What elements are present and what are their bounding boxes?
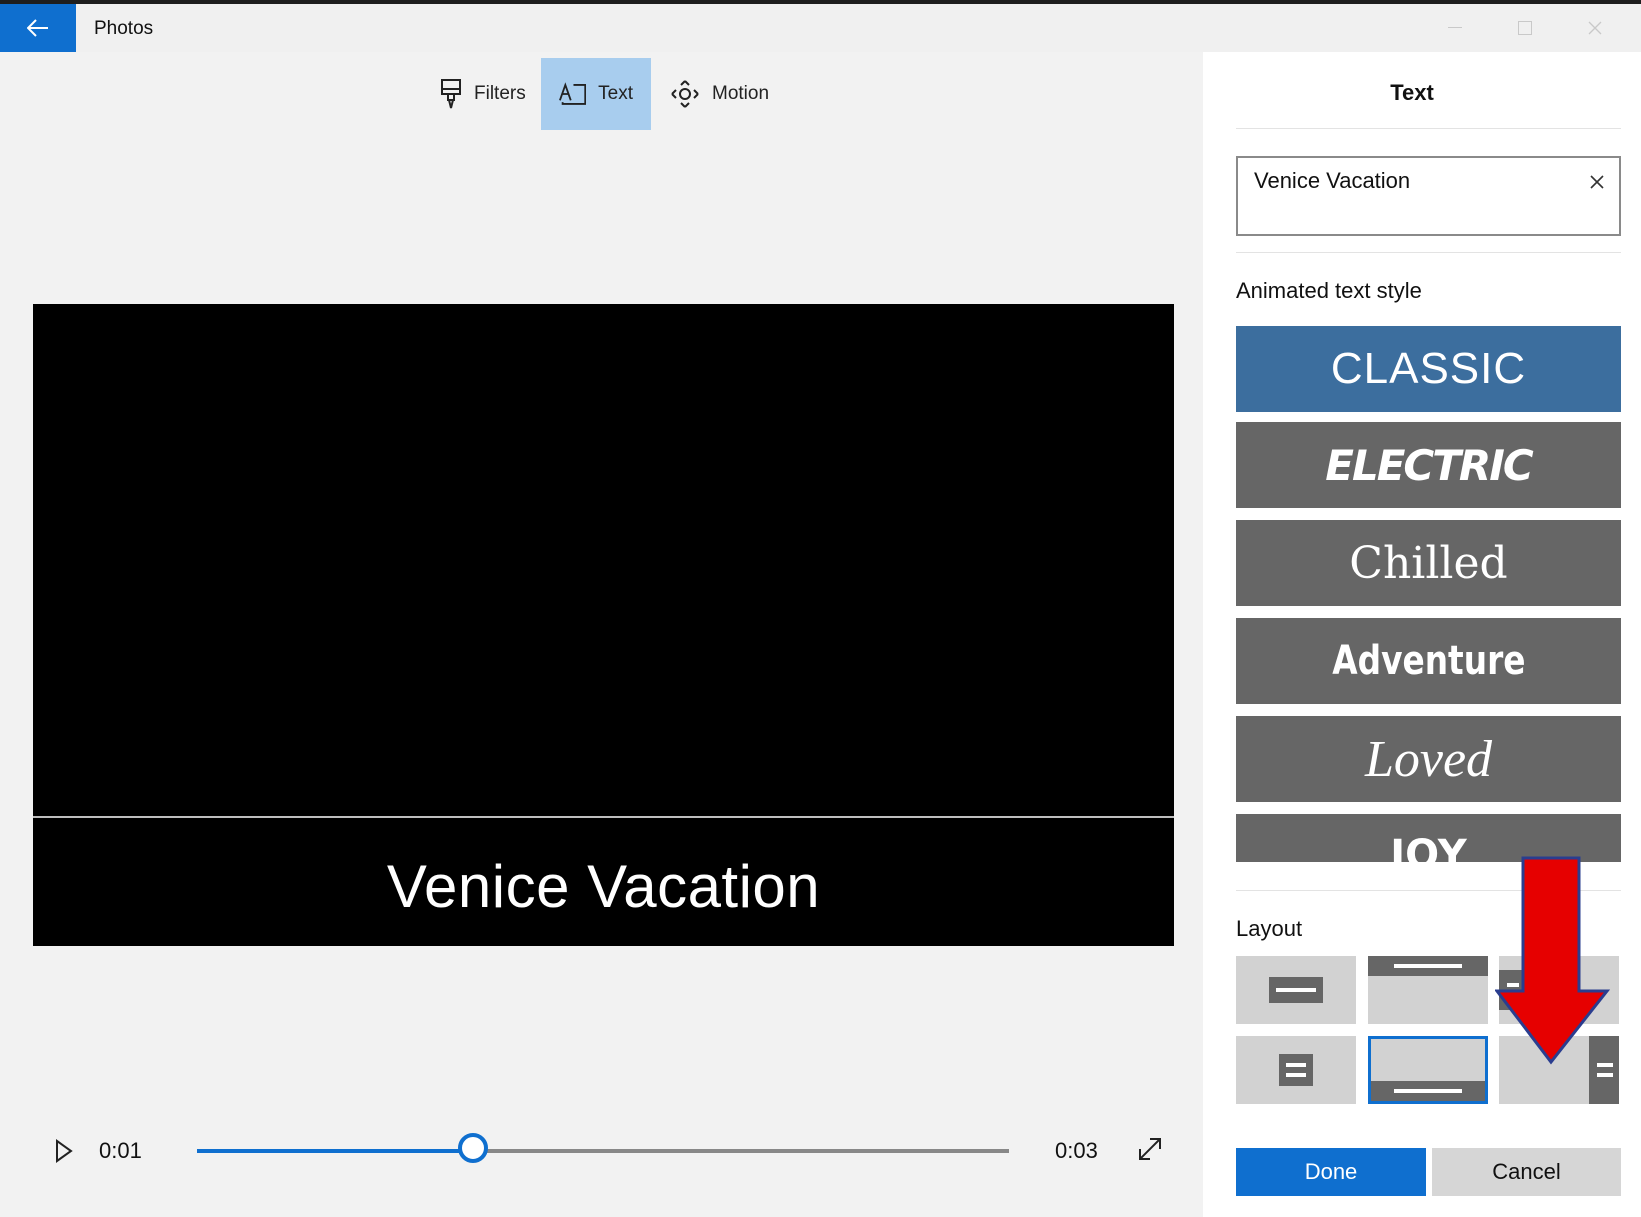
layout-right-bar[interactable] [1499, 1036, 1619, 1104]
back-arrow-icon [27, 19, 48, 37]
text-icon [559, 82, 587, 105]
tab-motion-label: Motion [712, 83, 770, 104]
maximize-icon [1518, 21, 1532, 35]
seek-progress [197, 1149, 474, 1153]
tab-filters-label: Filters [474, 83, 526, 104]
layout-left-bar-icon [1499, 970, 1527, 1010]
layout-top-banner[interactable] [1368, 956, 1488, 1024]
app-title: Photos [94, 18, 154, 39]
layout-center-icon [1269, 977, 1323, 1003]
fullscreen-button[interactable] [1135, 1134, 1165, 1164]
layout-top-banner-icon [1368, 956, 1488, 976]
caption-divider [33, 816, 1174, 818]
panel-divider [1236, 890, 1621, 891]
photos-window: Photos Filters Text Motion Venice Vacati… [0, 0, 1641, 1217]
layout-bottom-banner[interactable] [1368, 1036, 1488, 1104]
style-loved-label: Loved [1364, 730, 1493, 788]
style-classic[interactable]: CLASSIC [1236, 326, 1621, 412]
style-adventure-label: Adventure [1331, 638, 1526, 684]
style-joy[interactable]: JOY [1236, 814, 1621, 862]
minimize-button[interactable] [1420, 4, 1490, 52]
video-preview: Venice Vacation [33, 304, 1174, 946]
close-button[interactable] [1560, 4, 1630, 52]
panel-title: Text [1390, 80, 1434, 105]
style-chilled-label: Chilled [1349, 537, 1508, 589]
seek-thumb[interactable] [458, 1133, 489, 1163]
total-time: 0:03 [1055, 1138, 1098, 1163]
filters-brush-icon [441, 79, 461, 109]
current-time: 0:01 [99, 1138, 142, 1163]
layout-label: Layout [1236, 916, 1303, 941]
style-list[interactable]: CLASSIC ELECTRIC Chilled Adventure Loved… [1236, 326, 1621, 862]
layout-left-bar[interactable] [1499, 956, 1619, 1024]
layout-center[interactable] [1236, 956, 1356, 1024]
editor-area: Filters Text Motion Venice Vacation 0:01 [0, 52, 1203, 1217]
panel-divider [1236, 252, 1621, 253]
style-adventure[interactable]: Adventure [1236, 618, 1621, 704]
tab-text[interactable]: Text [541, 58, 651, 130]
tab-text-label: Text [598, 83, 633, 104]
tab-filters[interactable]: Filters [422, 58, 544, 130]
animated-text-style-label: Animated text style [1236, 278, 1422, 303]
seek-bar[interactable] [197, 1133, 1009, 1163]
play-icon [56, 1139, 73, 1163]
layout-right-bar-icon [1589, 1036, 1619, 1104]
clear-text-button[interactable] [1585, 170, 1609, 194]
style-chilled[interactable]: Chilled [1236, 520, 1621, 606]
back-button[interactable] [0, 4, 76, 52]
text-panel: Text Venice Vacation Animated text style… [1203, 52, 1641, 1217]
style-joy-label: JOY [1390, 832, 1467, 862]
style-electric-label: ELECTRIC [1325, 440, 1533, 490]
layout-bottom-banner-icon [1371, 1081, 1485, 1101]
cancel-button[interactable]: Cancel [1432, 1148, 1621, 1196]
play-button[interactable] [50, 1138, 76, 1164]
layout-center-box-icon [1279, 1054, 1313, 1086]
panel-divider [1236, 128, 1621, 129]
preview-caption: Venice Vacation [386, 853, 821, 920]
style-electric[interactable]: ELECTRIC [1236, 422, 1621, 508]
clear-icon [1590, 175, 1604, 189]
tab-motion[interactable]: Motion [652, 58, 787, 130]
expand-icon [1139, 1138, 1161, 1160]
caption-text-value: Venice Vacation [1254, 168, 1411, 193]
title-bar: Photos [0, 4, 1641, 52]
minimize-icon [1448, 27, 1462, 28]
caption-text-input[interactable]: Venice Vacation [1236, 156, 1621, 236]
done-button[interactable]: Done [1236, 1148, 1426, 1196]
close-icon [1588, 21, 1602, 35]
maximize-button[interactable] [1490, 4, 1560, 52]
layout-center-box[interactable] [1236, 1036, 1356, 1104]
motion-icon [671, 80, 699, 108]
style-loved[interactable]: Loved [1236, 716, 1621, 802]
style-classic-label: CLASSIC [1330, 344, 1527, 393]
